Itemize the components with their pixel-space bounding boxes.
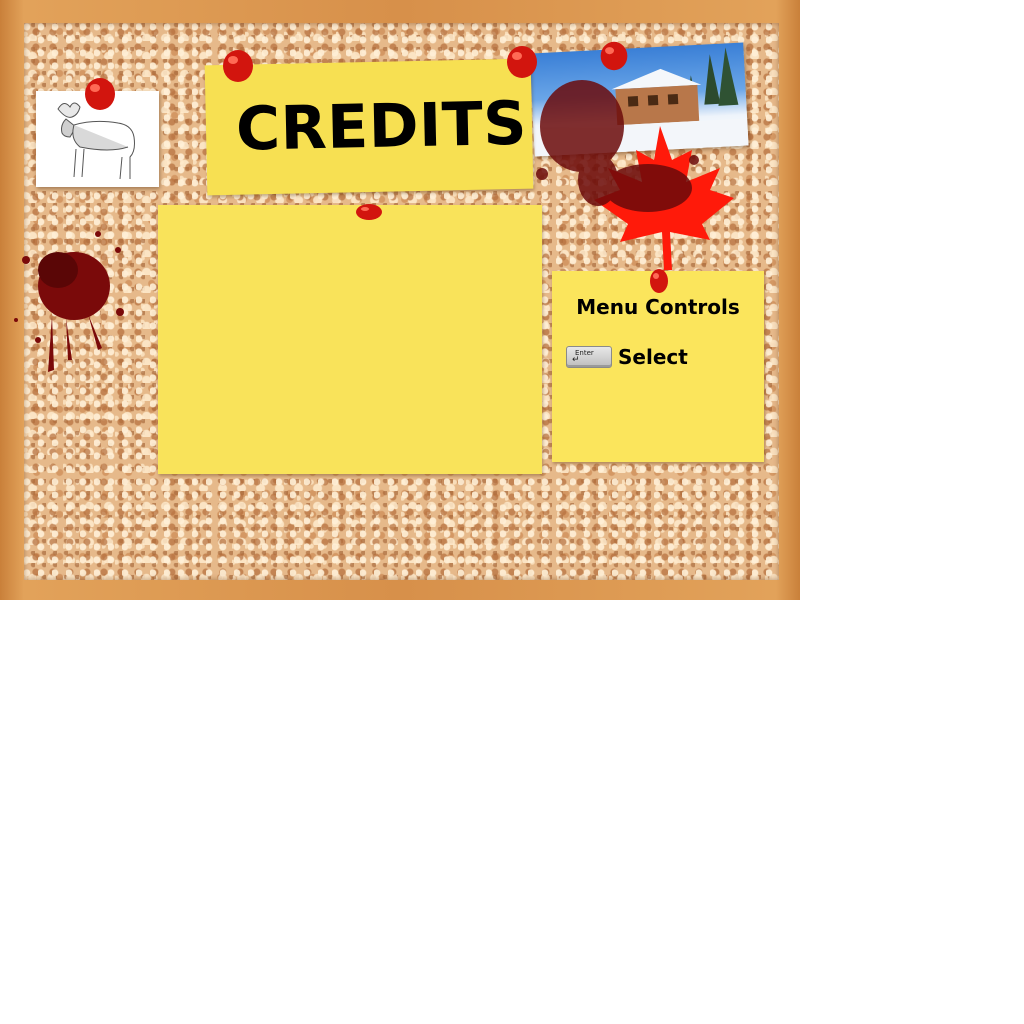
blood-splatter [14, 231, 124, 372]
push-pin-icon [507, 46, 537, 78]
push-pin-icon [85, 78, 115, 110]
push-pin-icon [223, 50, 253, 82]
push-pin-icon [650, 269, 668, 293]
page-title: CREDITS [235, 88, 528, 165]
push-pin-icon [600, 41, 628, 71]
blood-splatter [536, 80, 699, 212]
menu-controls-title: Menu Controls [576, 295, 740, 319]
menu-controls-note: Menu Controls Enter ↵ Select [552, 271, 764, 462]
enter-key-icon: Enter ↵ [566, 346, 612, 368]
push-pin-icon [356, 204, 382, 220]
credits-note [158, 205, 542, 474]
control-row-select: Enter ↵ Select [566, 345, 688, 369]
select-action-label: Select [618, 345, 688, 369]
